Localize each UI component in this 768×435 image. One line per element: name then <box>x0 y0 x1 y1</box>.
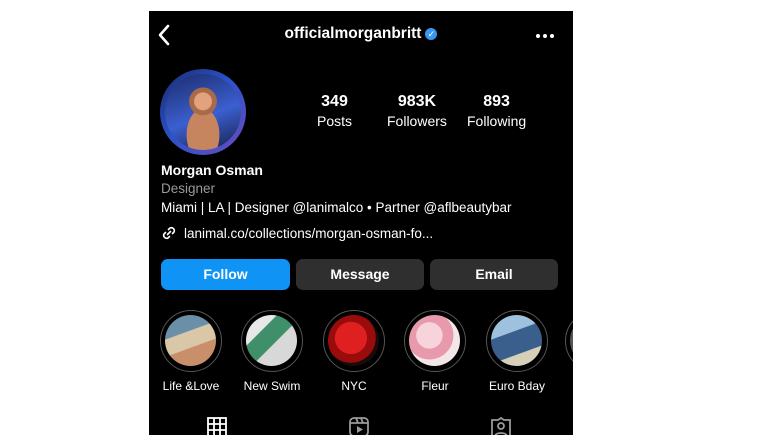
profile-bio: Miami | LA | Designer @lanimalco • Partn… <box>161 200 512 215</box>
following-count: 893 <box>483 93 510 110</box>
grid-icon <box>207 417 227 435</box>
more-options-button[interactable] <box>535 23 555 44</box>
posts-label: Posts <box>317 113 353 129</box>
highlight-cover-image <box>328 315 379 366</box>
highlight-label: Fleur <box>421 379 449 393</box>
profile-link-text: lanimal.co/collections/morgan-osman-fo..… <box>184 225 434 241</box>
follow-button[interactable]: Follow <box>161 259 290 290</box>
tab-grid[interactable] <box>206 416 228 435</box>
highlight-cover-image <box>246 315 297 366</box>
highlight-partial[interactable] <box>565 310 573 372</box>
following-stat[interactable]: 893 Following <box>467 93 526 129</box>
highlight-cover-ring <box>486 310 548 372</box>
highlight-fleur[interactable]: Fleur <box>403 310 467 393</box>
highlight-new-swim[interactable]: New Swim <box>240 310 304 393</box>
verified-badge-icon: ✓ <box>425 28 438 40</box>
profile-username-header: officialmorganbritt ✓ <box>149 25 573 43</box>
tagged-icon <box>491 416 511 435</box>
profile-name: Morgan Osman <box>161 162 263 178</box>
highlight-cover-ring <box>160 310 222 372</box>
highlight-life-love[interactable]: Life &Love <box>159 310 223 393</box>
highlight-cover-image <box>409 315 460 366</box>
email-button[interactable]: Email <box>430 259 558 290</box>
followers-stat[interactable]: 983K Followers <box>387 93 447 129</box>
highlight-euro-bday[interactable]: Euro Bday <box>485 310 549 393</box>
highlight-label: Life &Love <box>162 379 220 393</box>
followers-label: Followers <box>387 113 447 129</box>
highlight-cover-image <box>491 315 542 366</box>
tab-tagged[interactable] <box>490 416 512 435</box>
avatar[interactable] <box>160 69 246 155</box>
link-icon <box>162 226 176 240</box>
message-button[interactable]: Message <box>296 259 424 290</box>
highlight-nyc[interactable]: NYC <box>322 310 386 393</box>
highlight-cover-image <box>165 315 216 366</box>
reels-icon <box>349 417 369 435</box>
profile-screen: officialmorganbritt ✓ 349 Posts 983K Foll… <box>149 11 573 435</box>
highlight-label: New Swim <box>243 379 301 393</box>
tab-reels[interactable] <box>348 416 370 435</box>
highlight-cover-ring <box>565 310 573 372</box>
profile-link[interactable]: lanimal.co/collections/morgan-osman-fo..… <box>161 225 433 241</box>
highlight-label: Euro Bday <box>488 379 546 393</box>
highlight-label: NYC <box>341 379 367 393</box>
following-label: Following <box>467 113 527 129</box>
more-horizontal-icon <box>536 34 554 38</box>
highlight-cover-ring <box>323 310 385 372</box>
highlight-cover-ring <box>404 310 466 372</box>
username-text: officialmorganbritt <box>284 25 422 42</box>
highlight-cover-ring <box>241 310 303 372</box>
profile-photo <box>165 74 241 150</box>
followers-count: 983K <box>397 93 437 110</box>
posts-stat[interactable]: 349 Posts <box>317 93 352 129</box>
posts-count: 349 <box>321 93 348 110</box>
profile-category: Designer <box>161 181 216 196</box>
highlight-cover-image <box>570 315 573 366</box>
